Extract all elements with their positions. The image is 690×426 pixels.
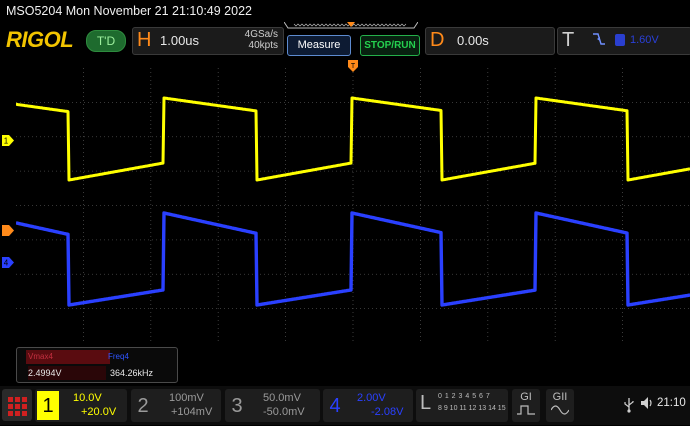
trigger-position-bar (284, 22, 418, 29)
channel-1-offset: +20.0V (81, 406, 117, 418)
channel-3-number: 3 (231, 395, 243, 417)
horizontal-letter: H (137, 29, 152, 51)
channel-3-scale: 50.0mV (263, 392, 301, 404)
logic-letter: L (420, 392, 432, 414)
rigol-logo: RIGOL (6, 27, 74, 52)
logic-channels-row2: 8 9 10 11 12 13 14 15 (438, 405, 506, 412)
measure-button[interactable]: Measure (287, 35, 351, 56)
logic-channels-row1: 0 1 2 3 4 5 6 7 (438, 393, 491, 400)
delay-panel[interactable]: D 0.00s (425, 27, 555, 55)
channel-2-panel[interactable]: 2 100mV +104mV (131, 389, 221, 422)
channel-1-panel[interactable]: 1 10.0V +20.0V (35, 389, 127, 422)
generator-2-button[interactable]: GII (546, 389, 574, 422)
measurement-freq-label: Freq4 (108, 352, 129, 361)
trigger-level: 1.60V (630, 34, 659, 46)
channel-3-panel[interactable]: 3 50.0mV -50.0mV (225, 389, 320, 422)
channel-4-number: 4 (329, 395, 341, 417)
horizontal-panel[interactable]: H 1.00us 4GSa/s 40kpts (132, 27, 284, 55)
waveform-display[interactable] (16, 68, 690, 343)
ch4-marker-label: 4 (4, 259, 9, 268)
channel-1-number: 1 (37, 391, 59, 420)
delay-letter: D (430, 29, 445, 51)
sample-rate: 4GSa/s (244, 29, 278, 40)
measurement-vmax-label: Vmax4 (26, 350, 110, 364)
trigger-letter: T (562, 29, 575, 51)
square-wave-icon (517, 405, 535, 415)
channel-2-scale: 100mV (169, 392, 204, 404)
trigger-level-marker[interactable] (2, 225, 14, 236)
speaker-icon[interactable] (639, 395, 655, 411)
ch4-offset-marker[interactable]: 4 (2, 257, 14, 268)
delay-value: 0.00s (457, 33, 489, 48)
falling-edge-icon (593, 33, 605, 45)
home-menu-button[interactable] (2, 389, 32, 421)
generator-1-button[interactable]: GI (512, 389, 540, 422)
triggered-status-button[interactable]: T'D (86, 30, 126, 52)
horizontal-scale: 1.00us (160, 33, 200, 48)
trigger-position-marker[interactable]: T (348, 60, 358, 72)
channel-4-scale: 2.00V (357, 392, 386, 404)
status-clock: 21:10 (657, 397, 686, 409)
trigger-panel[interactable]: T 1.60V (557, 27, 690, 55)
channel-4-offset: -2.08V (371, 406, 404, 418)
trigger-source-badge (615, 34, 625, 46)
ch1-marker-label: 1 (4, 137, 9, 146)
trigger-marker-label: T (351, 63, 356, 70)
channel-1-scale: 10.0V (73, 392, 102, 404)
sine-wave-icon (551, 405, 569, 415)
channel-3-offset: -50.0mV (263, 406, 305, 418)
generator-1-label: GI (520, 391, 532, 403)
stop-run-button[interactable]: STOP/RUN (360, 35, 420, 56)
ch4-waveform (16, 211, 690, 307)
measurement-freq-value: 364.26kHz (110, 368, 154, 378)
generator-2-label: GII (552, 391, 568, 403)
ch1-waveform (16, 96, 690, 182)
sample-rate-info: 4GSa/s 40kpts (230, 29, 278, 51)
memory-depth: 40kpts (248, 40, 278, 51)
channel-2-offset: +104mV (171, 406, 213, 418)
usb-icon (624, 398, 634, 413)
title-bar: MSO5204 Mon November 21 21:10:49 2022 (6, 4, 252, 18)
grid-menu-icon (8, 397, 27, 416)
channel-4-panel[interactable]: 4 2.00V -2.08V (323, 389, 413, 422)
channel-2-number: 2 (137, 395, 149, 417)
ch1-offset-marker[interactable]: 1 (2, 135, 14, 146)
measurement-vmax-value: 2.4994V (28, 366, 106, 380)
